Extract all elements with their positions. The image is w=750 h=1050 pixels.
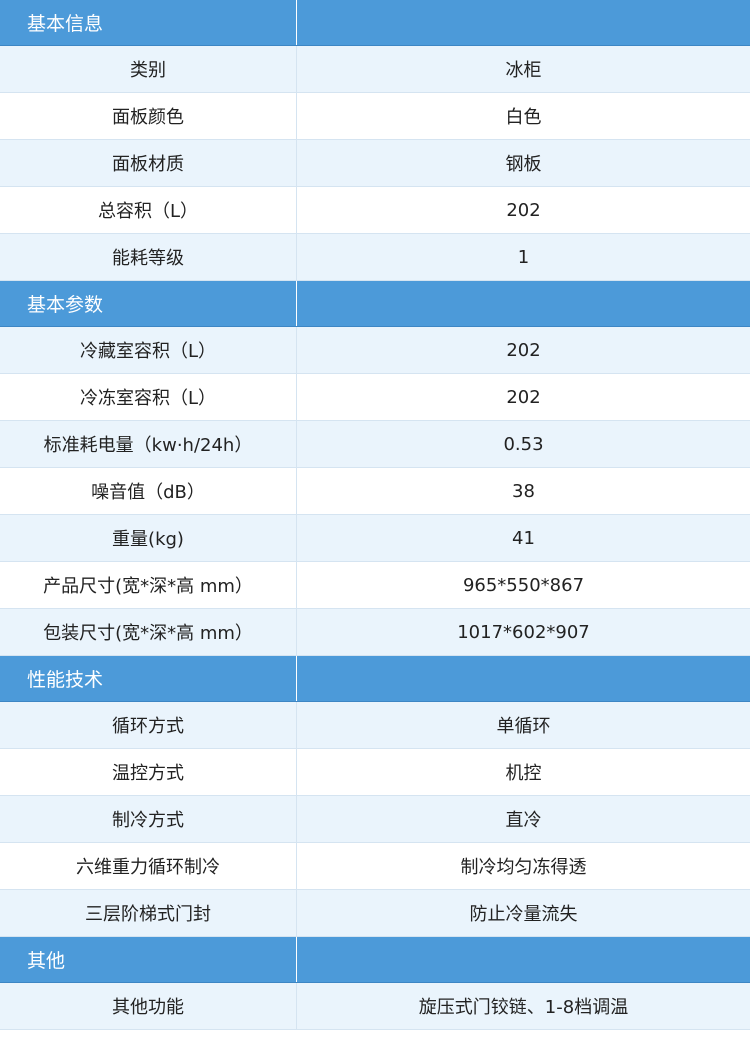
spec-row: 总容积（L） 202 (0, 187, 750, 234)
spec-value: 202 (296, 187, 750, 233)
section-header-blank (296, 656, 750, 701)
spec-label: 六维重力循环制冷 (76, 857, 220, 878)
spec-value: 41 (296, 515, 750, 561)
spec-value: 机控 (296, 749, 750, 795)
spec-value: 制冷均匀冻得透 (296, 843, 750, 889)
spec-value: 0.53 (296, 421, 750, 467)
section-title: 基本参数 (27, 294, 104, 316)
spec-row: 温控方式 机控 (0, 749, 750, 796)
spec-row: 制冷方式 直冷 (0, 796, 750, 843)
spec-row: 冷藏室容积（L） 202 (0, 327, 750, 374)
spec-label: 三层阶梯式门封 (85, 904, 211, 925)
spec-label: 重量(kg) (112, 529, 184, 550)
spec-row: 包装尺寸(宽*深*高 mm） 1017*602*907 (0, 609, 750, 656)
spec-value: 202 (296, 374, 750, 420)
spec-row: 面板颜色 白色 (0, 93, 750, 140)
spec-row: 噪音值（dB） 38 (0, 468, 750, 515)
spec-table: 基本信息类别 冰柜面板颜色 白色面板材质 钢板总容积（L） 202 能耗等级 1 基本参数冷藏… (0, 0, 750, 1030)
spec-label: 温控方式 (112, 763, 184, 784)
spec-value: 202 (296, 327, 750, 373)
spec-label: 循环方式 (112, 716, 184, 737)
spec-label: 冷冻室容积（L） (79, 388, 217, 409)
section-header: 基本信息 (0, 0, 750, 46)
spec-value: 旋压式门铰链、1-8档调温 (296, 983, 750, 1029)
spec-row: 其他功能 旋压式门铰链、1-8档调温 (0, 983, 750, 1030)
spec-row: 类别 冰柜 (0, 46, 750, 93)
spec-label: 类别 (130, 60, 166, 81)
spec-row: 产品尺寸(宽*深*高 mm） 965*550*867 (0, 562, 750, 609)
spec-value: 冰柜 (296, 46, 750, 92)
spec-value: 1 (296, 234, 750, 280)
section-header-blank (296, 0, 750, 45)
section-header: 性能技术 (0, 656, 750, 702)
spec-row: 六维重力循环制冷 制冷均匀冻得透 (0, 843, 750, 890)
spec-value: 1017*602*907 (296, 609, 750, 655)
spec-value: 直冷 (296, 796, 750, 842)
spec-value: 白色 (296, 93, 750, 139)
spec-label: 产品尺寸(宽*深*高 mm） (43, 576, 253, 597)
spec-row: 面板材质 钢板 (0, 140, 750, 187)
spec-label: 面板材质 (112, 154, 184, 175)
spec-row: 三层阶梯式门封 防止冷量流失 (0, 890, 750, 937)
spec-label: 标准耗电量（kw·h/24h） (43, 435, 253, 456)
spec-value: 965*550*867 (296, 562, 750, 608)
section-header-blank (296, 281, 750, 326)
spec-row: 循环方式 单循环 (0, 702, 750, 749)
spec-value: 单循环 (296, 702, 750, 748)
section-title: 性能技术 (27, 669, 104, 691)
section-title: 其他 (27, 950, 66, 972)
spec-label: 包装尺寸(宽*深*高 mm） (43, 623, 253, 644)
spec-label: 总容积（L） (97, 201, 199, 222)
spec-label: 制冷方式 (112, 810, 184, 831)
spec-label: 噪音值（dB） (91, 482, 205, 503)
spec-label: 冷藏室容积（L） (79, 341, 217, 362)
spec-row: 能耗等级 1 (0, 234, 750, 281)
spec-label: 能耗等级 (112, 248, 184, 269)
spec-value: 钢板 (296, 140, 750, 186)
spec-label: 面板颜色 (112, 107, 184, 128)
spec-row: 重量(kg) 41 (0, 515, 750, 562)
spec-label: 其他功能 (112, 997, 184, 1018)
section-header: 基本参数 (0, 281, 750, 327)
spec-row: 标准耗电量（kw·h/24h） 0.53 (0, 421, 750, 468)
section-header: 其他 (0, 937, 750, 983)
spec-value: 防止冷量流失 (296, 890, 750, 936)
section-title: 基本信息 (27, 13, 104, 35)
spec-row: 冷冻室容积（L） 202 (0, 374, 750, 421)
section-header-blank (296, 937, 750, 982)
spec-value: 38 (296, 468, 750, 514)
